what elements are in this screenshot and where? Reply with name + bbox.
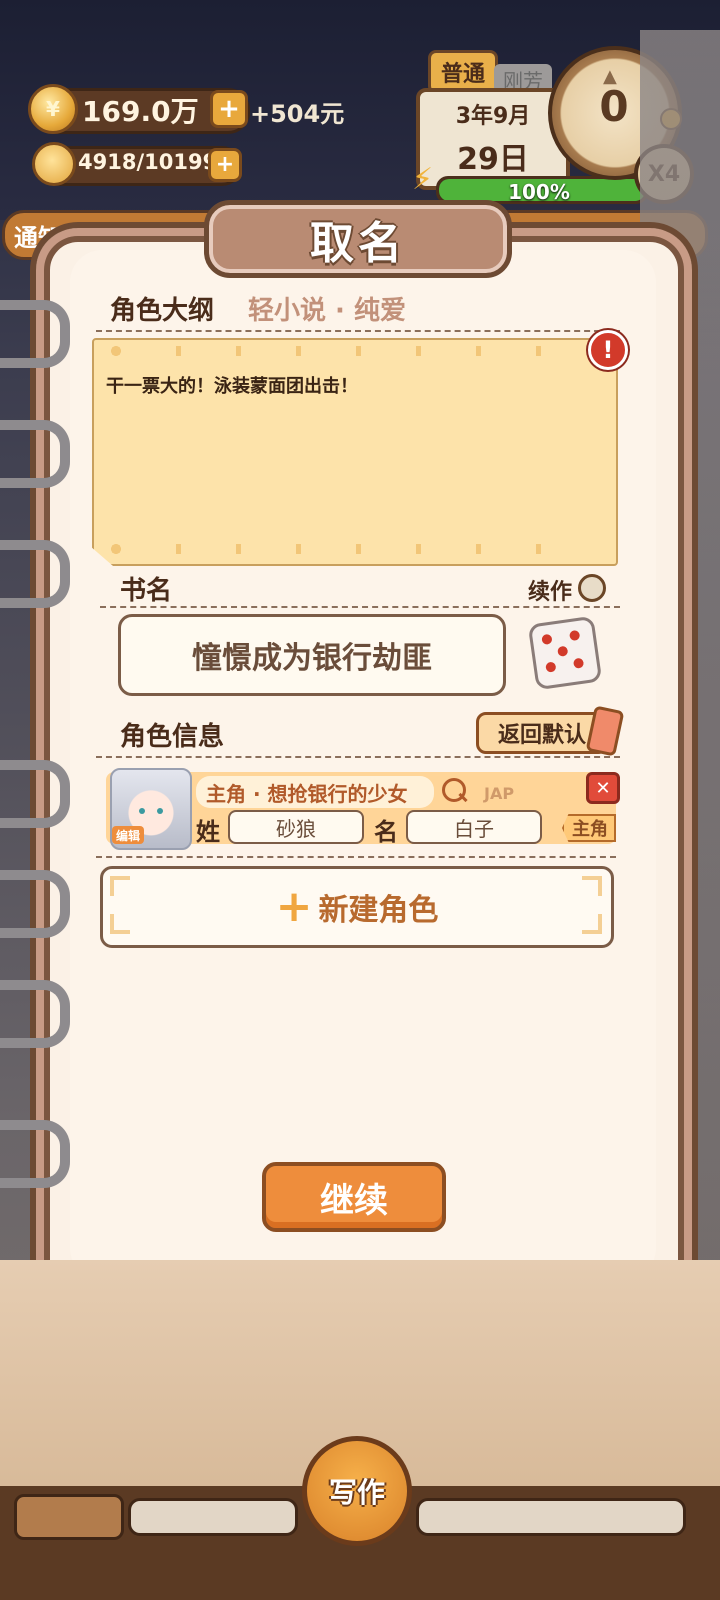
- avatar-edit-tag[interactable]: 编辑: [112, 826, 144, 844]
- avatar-edit-label: 编辑: [115, 828, 140, 843]
- divider: [96, 756, 620, 758]
- corner-bracket: [110, 876, 130, 896]
- money-amount: 169.0万: [82, 95, 199, 128]
- dialog-title: 取名: [204, 200, 512, 278]
- binder-ring: [0, 300, 70, 368]
- plus-icon: +: [275, 881, 313, 932]
- money-income: +504元: [250, 100, 345, 128]
- character-info-label: 角色信息: [120, 722, 225, 752]
- bottom-slot-mid[interactable]: [128, 1498, 298, 1536]
- given-name-value: 白子: [454, 816, 494, 841]
- write-button[interactable]: 写作: [302, 1436, 412, 1546]
- surname-value: 砂狼: [276, 816, 316, 841]
- book-name-value: 憧憬成为银行劫匪: [192, 641, 432, 676]
- difficulty-label: 普通: [440, 62, 485, 87]
- new-character-label: 新建角色: [318, 893, 439, 928]
- dialog-title-text: 取名: [310, 218, 406, 269]
- book-name-input[interactable]: 憧憬成为银行劫匪: [118, 614, 506, 696]
- binder-ring: [0, 420, 70, 488]
- binder-ring: [0, 980, 70, 1048]
- bottom-slot-left[interactable]: [14, 1494, 124, 1540]
- surname-label: 姓: [196, 818, 220, 846]
- alert-icon[interactable]: !: [588, 330, 628, 370]
- language-tag: JAP: [484, 784, 515, 803]
- write-label: 写作: [328, 1476, 385, 1509]
- continue-button[interactable]: 继续: [262, 1162, 446, 1232]
- bottom-slot-right[interactable]: [416, 1498, 686, 1536]
- surname-input[interactable]: 砂狼: [228, 810, 364, 844]
- calendar-year-month: 3年9月: [455, 104, 531, 129]
- binder-ring: [0, 760, 70, 828]
- new-character-button[interactable]: + 新建角色: [100, 866, 614, 948]
- divider: [96, 856, 616, 858]
- coin-icon: ¥: [28, 84, 78, 134]
- inspiration-value: 4918/10199: [78, 150, 218, 174]
- paper-tape: [110, 544, 590, 554]
- binder-ring: [0, 540, 70, 608]
- remove-character-button[interactable]: ✕: [586, 772, 620, 804]
- sequel-checkbox[interactable]: [578, 574, 606, 602]
- corner-bracket: [582, 876, 602, 896]
- paper-tape: [110, 346, 590, 356]
- continue-label: 继续: [320, 1180, 388, 1221]
- book-name-label: 书名: [120, 576, 173, 606]
- corner-bracket: [110, 914, 130, 934]
- character-role-desc-text: 主角 · 想抢银行的少女: [206, 781, 408, 806]
- divider: [100, 606, 620, 608]
- role-tag-label: 主角: [572, 819, 608, 840]
- given-name-label: 名: [374, 818, 398, 846]
- outline-text: 干一票大的！泳装蒙面团出击！: [106, 376, 358, 397]
- outline-genre: 轻小说 · 纯爱: [248, 296, 406, 326]
- divider: [96, 330, 620, 332]
- calendar-day: 29日: [457, 142, 529, 177]
- role-tag[interactable]: 主角: [562, 814, 616, 842]
- sequel-label: 续作: [528, 580, 573, 605]
- given-name-input[interactable]: 白子: [406, 810, 542, 844]
- add-inspiration-button[interactable]: +: [208, 148, 242, 182]
- add-money-button[interactable]: +: [210, 90, 248, 128]
- binder-ring: [0, 870, 70, 938]
- outline-label: 角色大纲: [110, 296, 215, 326]
- lightbulb-icon: [32, 142, 76, 186]
- reset-default-label: 返回默认: [497, 723, 586, 748]
- dial-arrow-icon: ▲: [603, 66, 617, 87]
- binder-ring: [0, 1120, 70, 1188]
- dice-icon[interactable]: [527, 615, 603, 691]
- lightning-icon: ⚡: [412, 162, 434, 197]
- corner-bracket: [582, 914, 602, 934]
- character-role-desc: 主角 · 想抢银行的少女: [196, 776, 434, 808]
